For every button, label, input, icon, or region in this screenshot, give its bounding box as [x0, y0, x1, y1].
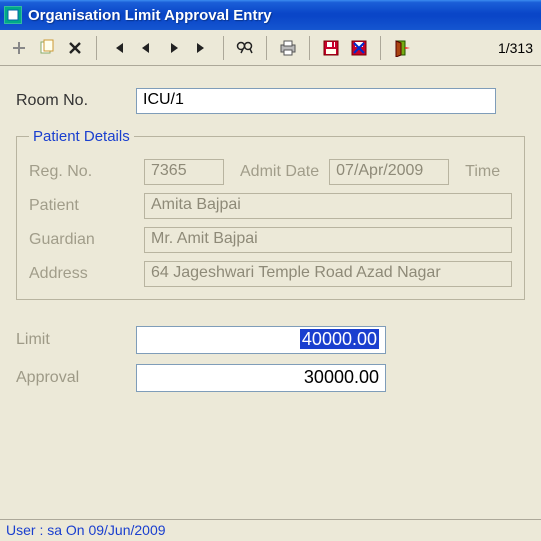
admit-date-field: 07/Apr/2009	[329, 159, 449, 185]
status-bar: User : sa On 09/Jun/2009	[0, 519, 541, 541]
address-field: 64 Jageshwari Temple Road Azad Nagar	[144, 261, 512, 287]
time-label: Time	[465, 163, 500, 181]
separator	[309, 36, 310, 60]
first-record-button[interactable]	[105, 35, 131, 61]
window-titlebar: Organisation Limit Approval Entry	[0, 0, 541, 30]
approval-input[interactable]: 30000.00	[136, 364, 386, 392]
copy-button[interactable]	[34, 35, 60, 61]
separator	[96, 36, 97, 60]
limit-value: 40000.00	[300, 329, 379, 349]
toolbar: 1/313	[0, 30, 541, 66]
room-no-label: Room No.	[16, 92, 136, 110]
reg-no-label: Reg. No.	[29, 163, 134, 181]
address-label: Address	[29, 265, 134, 283]
address-value: 64 Jageshwari Temple Road Azad Nagar	[151, 264, 441, 281]
prev-record-button[interactable]	[133, 35, 159, 61]
cancel-save-button[interactable]	[346, 35, 372, 61]
patient-name-field: Amita Bajpai	[144, 193, 512, 219]
room-no-input[interactable]: ICU/1	[136, 88, 496, 114]
patient-details-group: Patient Details Reg. No. 7365 Admit Date…	[16, 128, 525, 300]
approval-label: Approval	[16, 369, 136, 387]
next-record-button[interactable]	[161, 35, 187, 61]
patient-details-legend: Patient Details	[29, 128, 134, 145]
limit-input[interactable]: 40000.00	[136, 326, 386, 354]
app-icon	[4, 6, 22, 24]
patient-label: Patient	[29, 197, 134, 215]
window-title: Organisation Limit Approval Entry	[28, 7, 272, 24]
form-area: Room No. ICU/1 Patient Details Reg. No. …	[0, 66, 541, 412]
room-no-value: ICU/1	[143, 91, 184, 108]
print-button[interactable]	[275, 35, 301, 61]
last-record-button[interactable]	[189, 35, 215, 61]
reg-no-value: 7365	[151, 162, 187, 179]
reg-no-field: 7365	[144, 159, 224, 185]
limit-label: Limit	[16, 331, 136, 349]
find-button[interactable]	[232, 35, 258, 61]
separator	[380, 36, 381, 60]
approval-value: 30000.00	[304, 367, 379, 387]
guardian-label: Guardian	[29, 231, 134, 249]
guardian-field: Mr. Amit Bajpai	[144, 227, 512, 253]
guardian-value: Mr. Amit Bajpai	[151, 230, 258, 247]
delete-button[interactable]	[62, 35, 88, 61]
admit-date-value: 07/Apr/2009	[336, 162, 423, 179]
exit-button[interactable]	[389, 35, 415, 61]
status-text: User : sa On 09/Jun/2009	[6, 522, 166, 538]
new-button[interactable]	[6, 35, 32, 61]
separator	[223, 36, 224, 60]
save-button[interactable]	[318, 35, 344, 61]
patient-name-value: Amita Bajpai	[151, 196, 241, 213]
separator	[266, 36, 267, 60]
record-counter: 1/313	[498, 40, 535, 56]
admit-date-label: Admit Date	[240, 163, 319, 181]
